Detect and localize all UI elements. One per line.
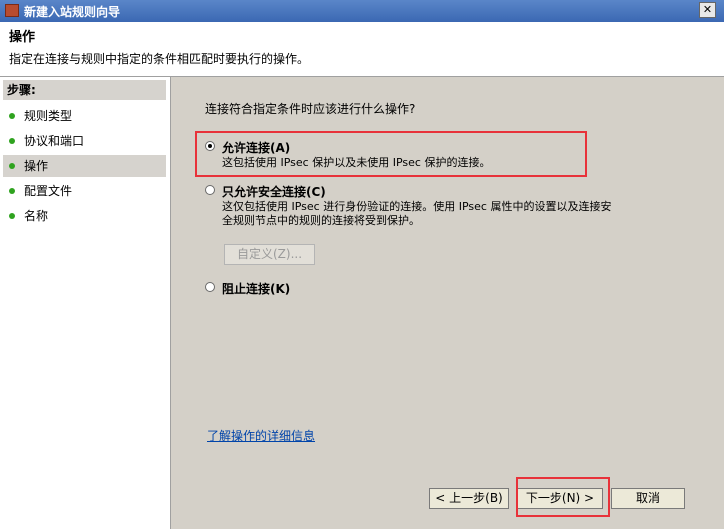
step-protocol-ports[interactable]: 协议和端口 <box>3 130 166 152</box>
step-label: 协议和端口 <box>24 134 85 148</box>
step-label: 操作 <box>24 159 49 173</box>
step-name[interactable]: 名称 <box>3 205 166 227</box>
secure-label[interactable]: 只允许安全连接(C) <box>222 183 326 200</box>
secure-radio[interactable] <box>205 185 215 195</box>
action-question: 连接符合指定条件时应该进行什么操作? <box>205 102 416 116</box>
step-dot-icon <box>9 163 15 169</box>
cancel-button[interactable]: 取消 <box>611 488 685 509</box>
firewall-icon <box>5 4 19 17</box>
block-radio[interactable] <box>205 282 215 292</box>
wizard-header: 操作 指定在连接与规则中指定的条件相匹配时要执行的操作。 <box>0 22 724 77</box>
step-label: 规则类型 <box>24 109 73 123</box>
steps-title: 步骤: <box>3 80 166 100</box>
page-title: 操作 <box>9 30 36 45</box>
learn-more-link[interactable]: 了解操作的详细信息 <box>207 427 315 444</box>
step-dot-icon <box>9 213 15 219</box>
step-dot-icon <box>9 138 15 144</box>
step-action[interactable]: 操作 <box>3 155 166 177</box>
step-dot-icon <box>9 113 15 119</box>
customize-button[interactable]: 自定义(Z)... <box>224 244 315 265</box>
back-button[interactable]: < 上一步(B) <box>429 488 509 509</box>
step-profile[interactable]: 配置文件 <box>3 180 166 202</box>
allow-description: 这包括使用 IPsec 保护以及未使用 IPsec 保护的连接。 <box>222 156 490 170</box>
secure-desc-line: 这仅包括使用 IPsec 进行身份验证的连接。使用 IPsec 属性中的设置以及… <box>222 200 612 213</box>
page-subtitle: 指定在连接与规则中指定的条件相匹配时要执行的操作。 <box>9 52 310 66</box>
close-button[interactable]: ✕ <box>699 2 716 18</box>
title-bar: 新建入站规则向导 ✕ <box>0 0 724 22</box>
step-dot-icon <box>9 188 15 194</box>
allow-desc-line: 这包括使用 IPsec 保护以及未使用 IPsec 保护的连接。 <box>222 156 491 169</box>
step-rule-type[interactable]: 规则类型 <box>3 105 166 127</box>
allow-label[interactable]: 允许连接(A) <box>222 139 290 156</box>
window-title: 新建入站规则向导 <box>24 5 121 19</box>
main-panel: 连接符合指定条件时应该进行什么操作? 允许连接(A) 这包括使用 IPsec 保… <box>171 77 724 529</box>
secure-desc-line: 全规则节点中的规则的连接将受到保护。 <box>222 214 420 227</box>
step-label: 配置文件 <box>24 184 73 198</box>
step-label: 名称 <box>24 209 49 223</box>
highlight-annotation <box>516 477 610 517</box>
allow-radio[interactable] <box>205 141 215 151</box>
secure-description: 这仅包括使用 IPsec 进行身份验证的连接。使用 IPsec 属性中的设置以及… <box>222 200 611 228</box>
steps-sidebar: 步骤: 规则类型 协议和端口 操作 配置文件 名称 <box>0 77 171 529</box>
block-label[interactable]: 阻止连接(K) <box>222 280 290 297</box>
